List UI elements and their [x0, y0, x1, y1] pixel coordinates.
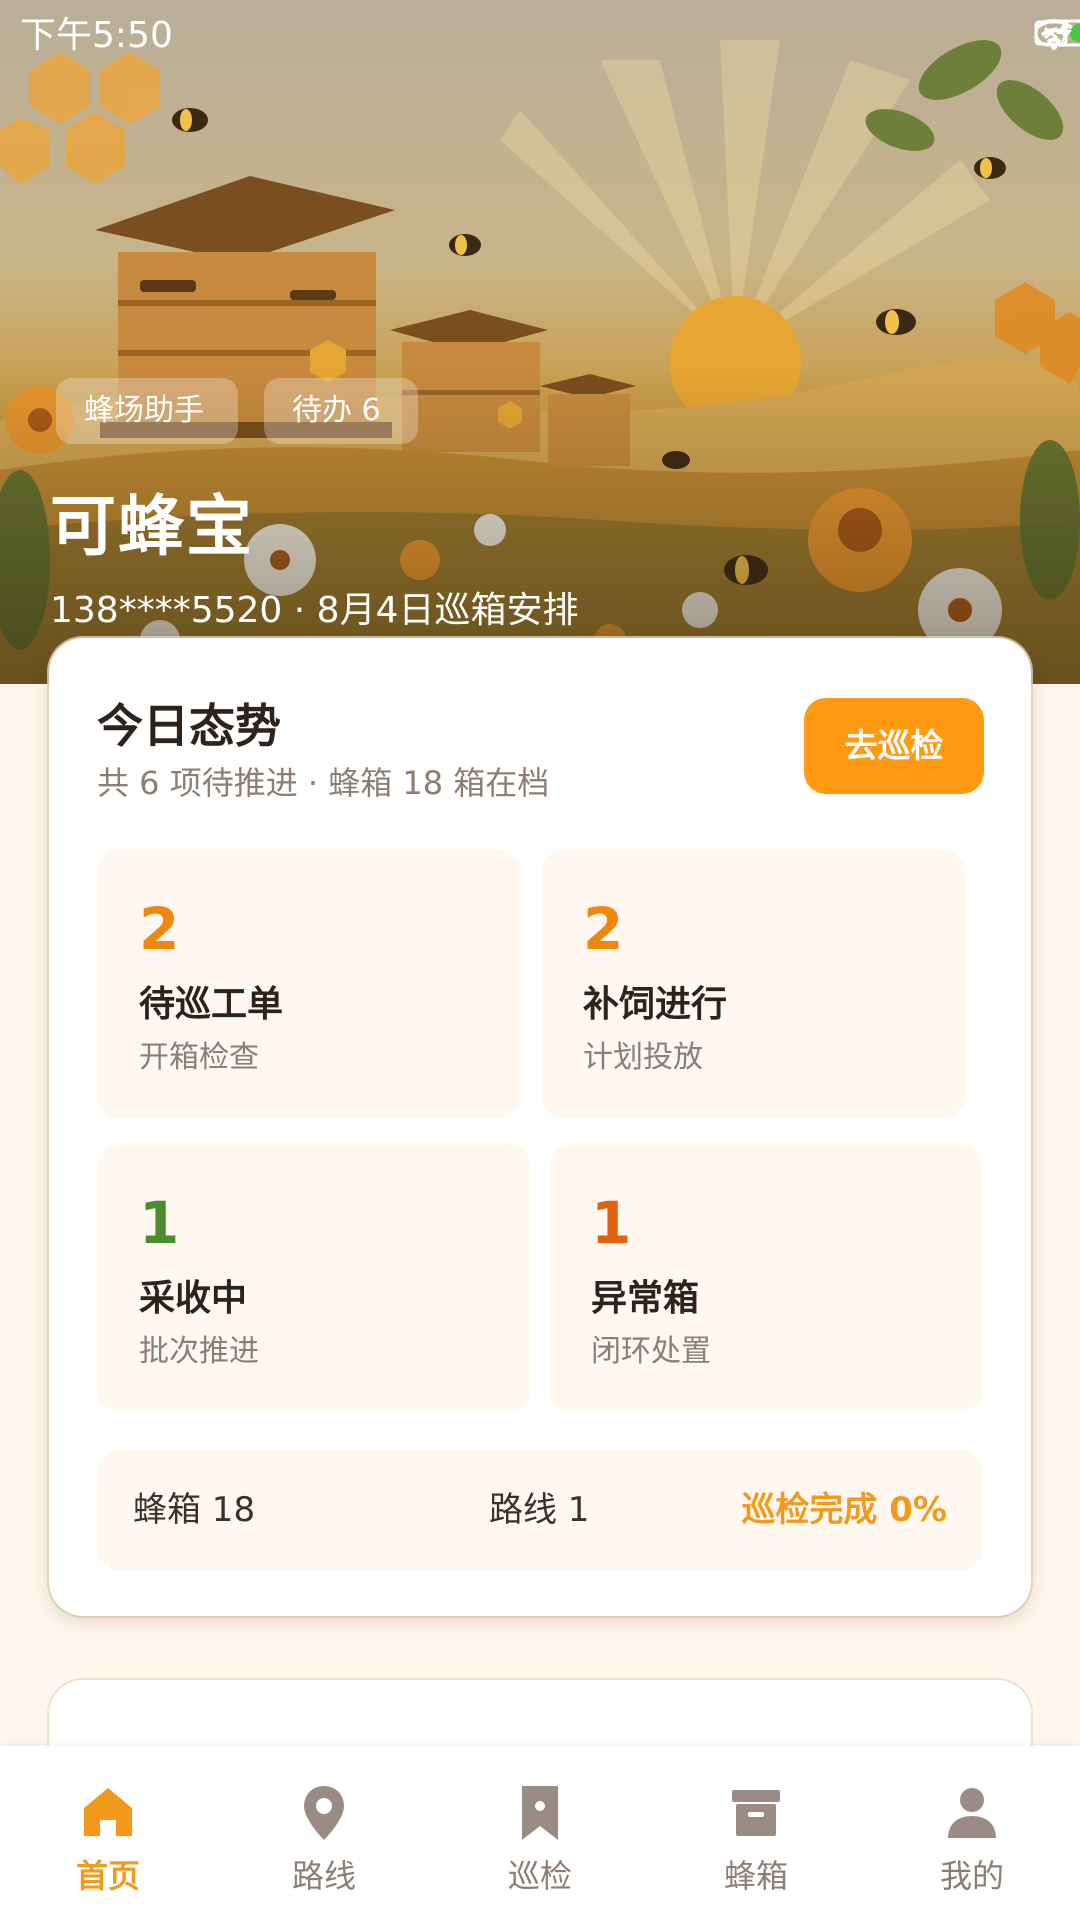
stat-harvesting[interactable]: 1 采收中 批次推进	[97, 1144, 531, 1412]
nav-item-inspection[interactable]: 巡检	[432, 1746, 648, 1920]
home-icon	[78, 1782, 138, 1842]
status-icons	[1034, 18, 1080, 58]
stat-description: 批次推进	[139, 1334, 259, 1369]
nav-label: 我的	[939, 1857, 1004, 1895]
start-inspection-button[interactable]: 去巡检	[804, 698, 984, 794]
overview-title: 今日态势	[97, 699, 281, 753]
summary-inspection-progress: 巡检完成 0%	[741, 1490, 947, 1530]
nav-label: 路线	[291, 1857, 356, 1895]
stat-value: 1	[591, 1189, 632, 1257]
nav-item-hives[interactable]: 蜂箱	[648, 1746, 864, 1920]
overview-subtitle: 共 6 项待推进 · 蜂箱 18 箱在档	[97, 764, 550, 802]
bottom-navigation: 首页 路线 巡检 蜂箱 我的	[0, 1746, 1080, 1920]
status-bar: 下午5:50	[0, 0, 1080, 76]
location-pin-icon	[294, 1782, 354, 1842]
summary-hive-count: 蜂箱 18	[133, 1490, 256, 1530]
stat-pending-inspection[interactable]: 2 待巡工单 开箱检查	[97, 850, 521, 1118]
stat-feeding[interactable]: 2 补饲进行 计划投放	[541, 850, 965, 1118]
nav-label: 首页	[75, 1857, 140, 1895]
summary-route-count: 路线 1	[489, 1490, 590, 1530]
overview-summary-bar: 蜂箱 18 路线 1 巡检完成 0%	[97, 1450, 983, 1570]
stat-description: 闭环处置	[591, 1334, 711, 1369]
nav-label: 蜂箱	[723, 1857, 788, 1895]
user-schedule-subtitle: 138****5520 · 8月4日巡箱安排	[50, 590, 579, 631]
stat-value: 2	[583, 895, 624, 963]
archive-box-icon	[726, 1782, 786, 1842]
bookmark-icon	[510, 1782, 570, 1842]
assistant-chip[interactable]: 蜂场助手	[56, 378, 238, 444]
app-screen: 下午5:50 蜂场助手 待办 6 可蜂宝 138****5520 · 8月4日巡…	[0, 0, 1080, 1920]
todo-count-chip[interactable]: 待办 6	[264, 378, 418, 444]
nav-item-routes[interactable]: 路线	[216, 1746, 432, 1920]
nav-item-profile[interactable]: 我的	[864, 1746, 1080, 1920]
nav-item-home[interactable]: 首页	[0, 1746, 216, 1920]
nav-label: 巡检	[507, 1857, 572, 1895]
today-overview-card: 今日态势 共 6 项待推进 · 蜂箱 18 箱在档 去巡检 2 待巡工单 开箱检…	[49, 638, 1031, 1616]
stat-value: 1	[139, 1189, 180, 1257]
hero-banner: 下午5:50 蜂场助手 待办 6 可蜂宝 138****5520 · 8月4日巡…	[0, 0, 1080, 684]
stat-value: 2	[139, 895, 180, 963]
stat-label: 异常箱	[591, 1278, 700, 1319]
stat-label: 待巡工单	[139, 984, 284, 1025]
stat-description: 开箱检查	[139, 1040, 259, 1075]
stat-label: 采收中	[139, 1278, 248, 1319]
stat-abnormal-hives[interactable]: 1 异常箱 闭环处置	[549, 1144, 983, 1412]
app-title: 可蜂宝	[50, 488, 254, 565]
person-icon	[942, 1782, 1002, 1842]
stat-description: 计划投放	[583, 1040, 703, 1075]
stat-label: 补饲进行	[583, 984, 728, 1025]
status-time: 下午5:50	[20, 15, 173, 56]
